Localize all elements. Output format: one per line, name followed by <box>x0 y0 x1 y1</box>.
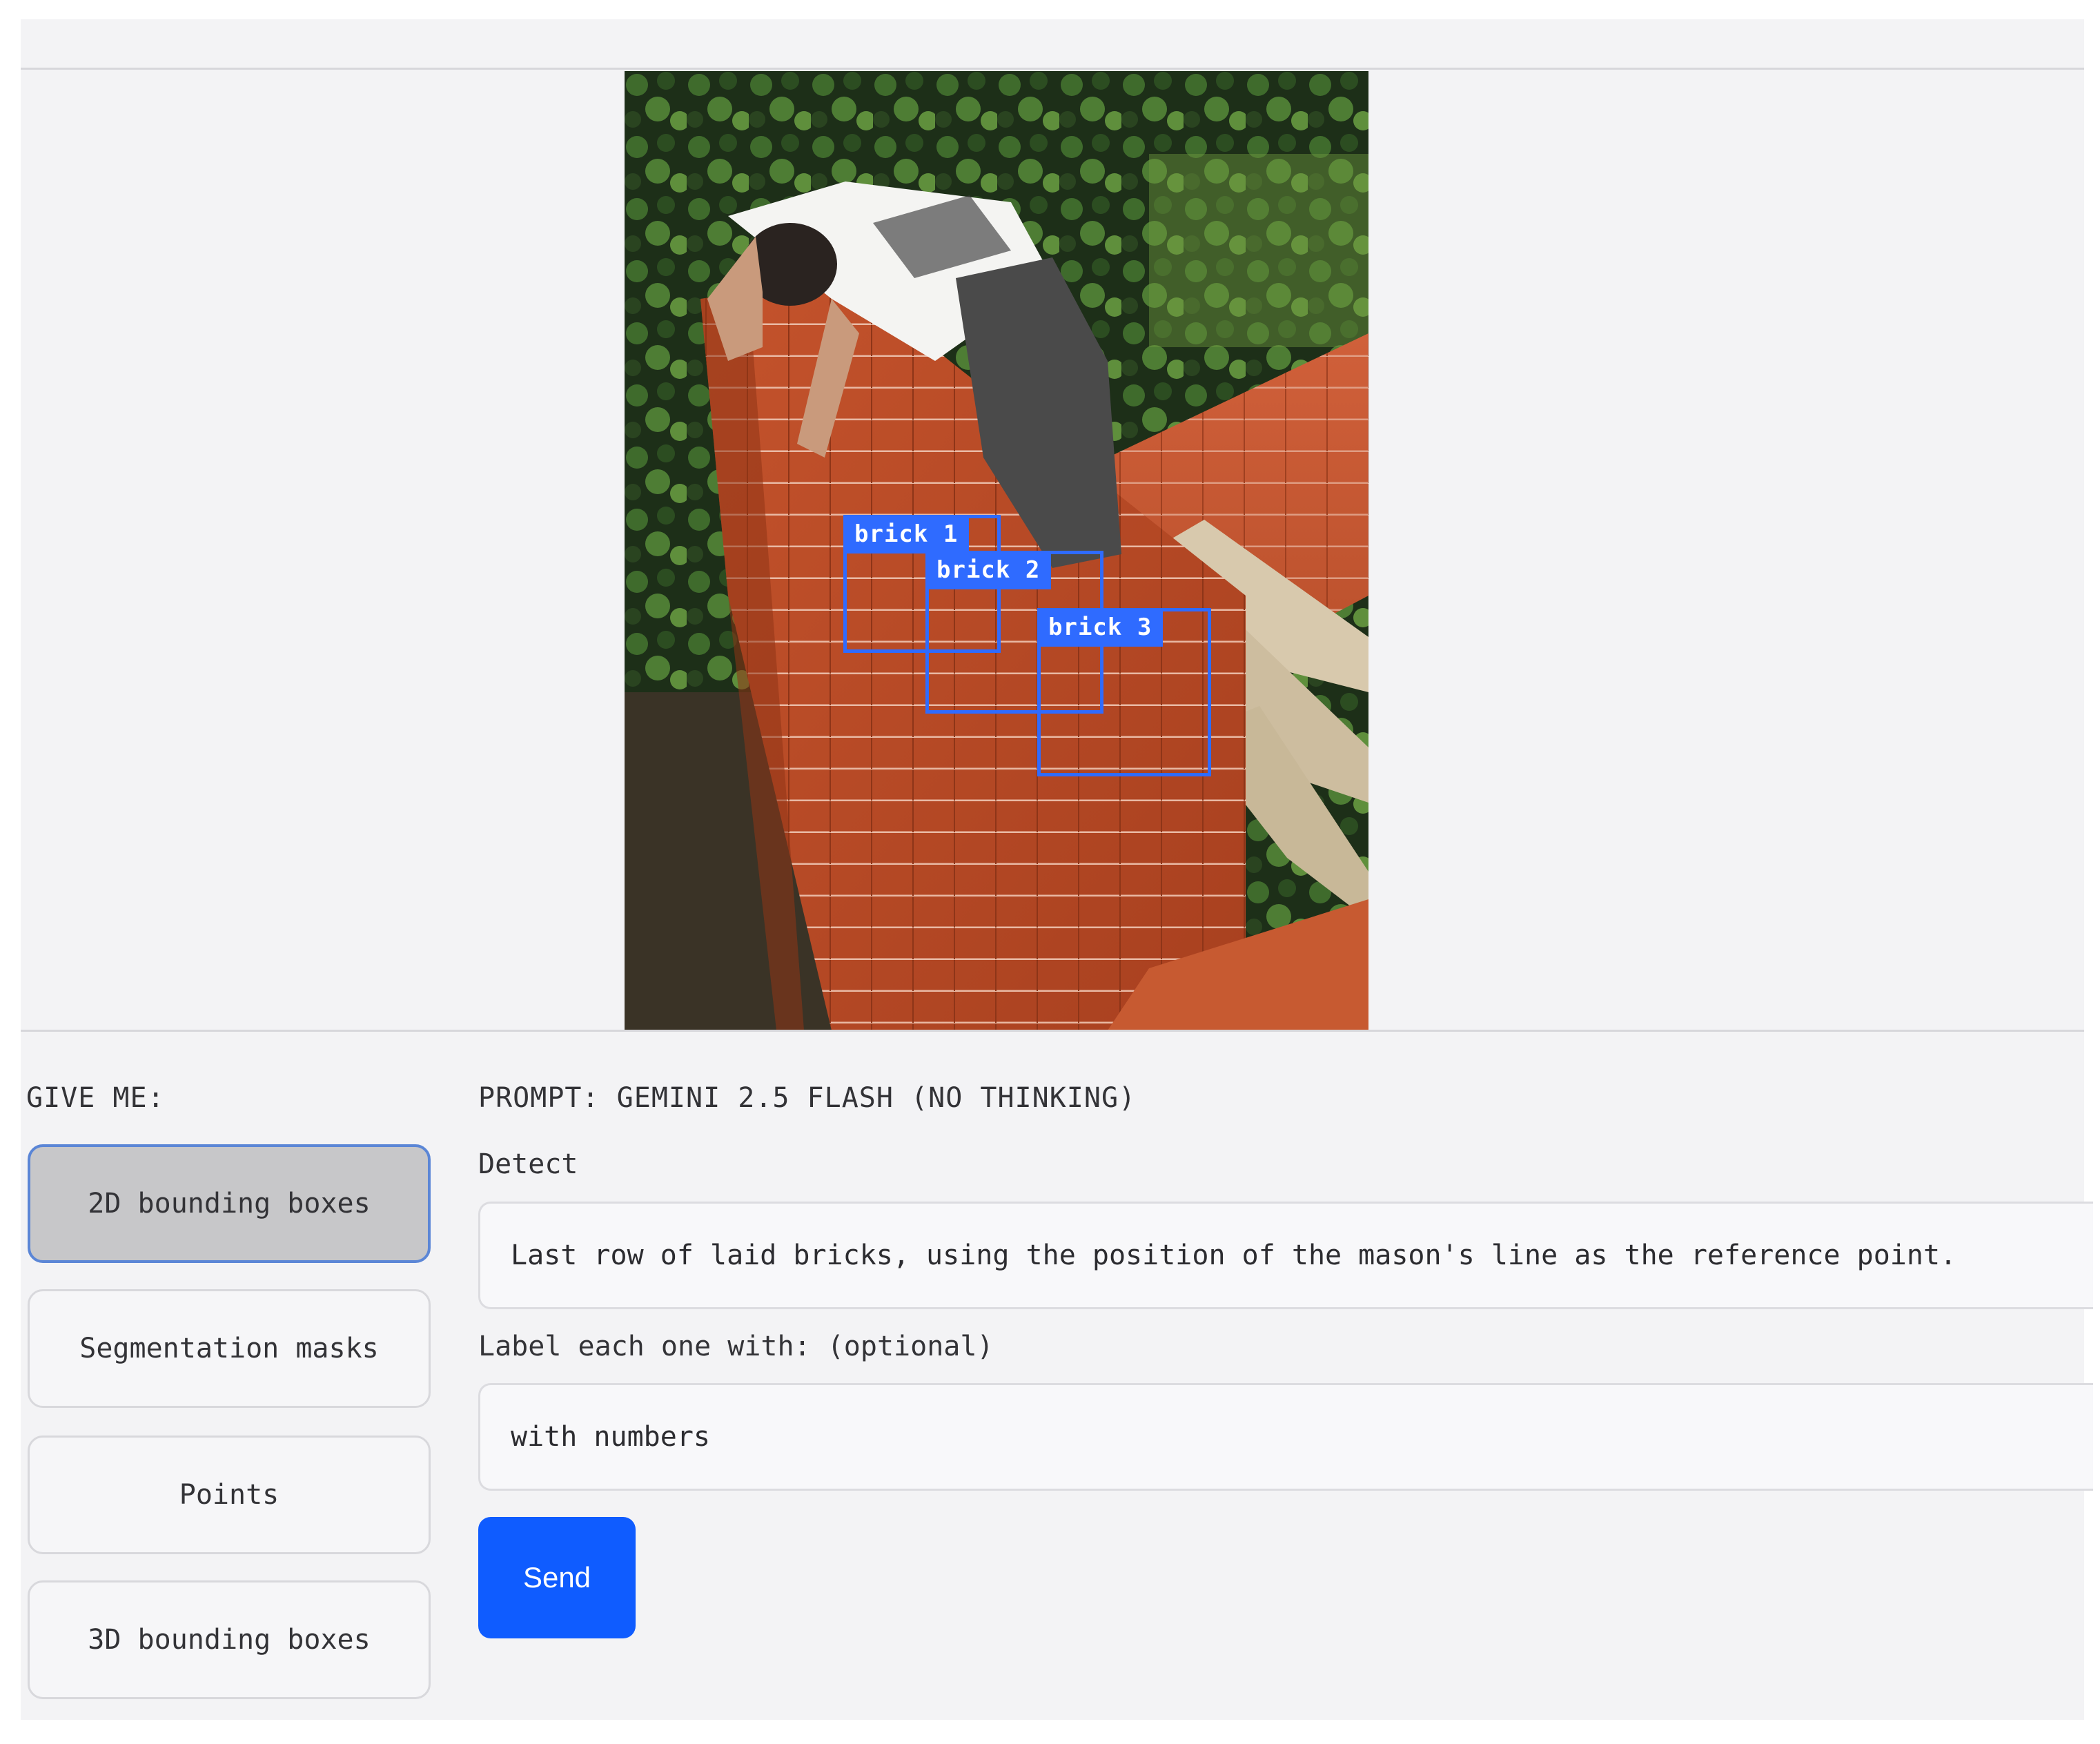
mode-segmentation-masks-button[interactable]: Segmentation masks <box>28 1289 431 1408</box>
detection-label-3: brick 3 <box>1037 608 1164 647</box>
detect-label: Detect <box>478 1148 578 1180</box>
image-viewer: brick 1 brick 2 brick 3 <box>625 71 1368 1030</box>
label-each-input[interactable]: with numbers <box>478 1383 2093 1491</box>
app-window: brick 1 brick 2 brick 3 GIVE ME: 2D boun… <box>21 19 2093 1720</box>
prompt-title: PROMPT: GEMINI 2.5 FLASH (NO THINKING) <box>478 1082 1137 1114</box>
label-each-label: Label each one with: (optional) <box>478 1331 994 1362</box>
controls-divider <box>21 1030 2084 1032</box>
give-me-title: GIVE ME: <box>26 1082 165 1114</box>
mode-3d-bounding-boxes-button[interactable]: 3D bounding boxes <box>28 1580 431 1699</box>
mode-points-button[interactable]: Points <box>28 1436 431 1554</box>
send-button[interactable]: Send <box>478 1517 636 1638</box>
detection-label-1: brick 1 <box>843 515 970 553</box>
detect-input[interactable]: Last row of laid bricks, using the posit… <box>478 1202 2093 1309</box>
mode-2d-bounding-boxes-button[interactable]: 2D bounding boxes <box>28 1144 431 1263</box>
detection-label-2: brick 2 <box>925 551 1052 589</box>
top-divider <box>21 68 2084 70</box>
